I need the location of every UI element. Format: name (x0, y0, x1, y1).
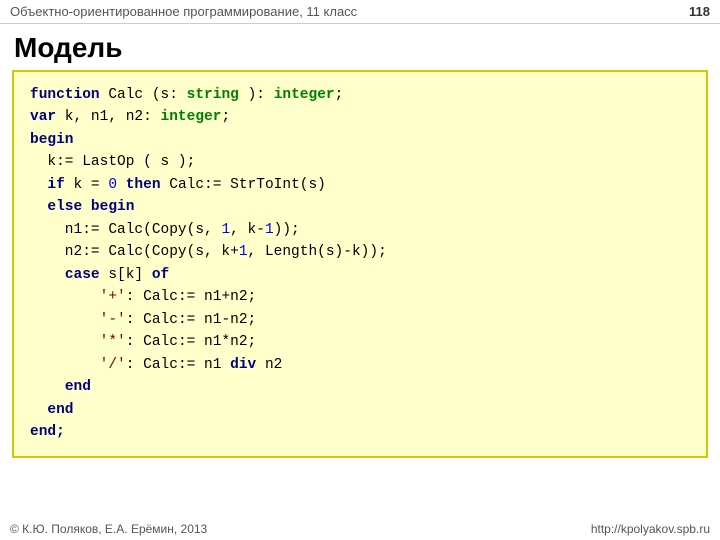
code-line-12: '*': Calc:= n1*n2; (30, 331, 690, 353)
footer: © К.Ю. Поляков, Е.А. Ерёмин, 2013 http:/… (0, 518, 720, 540)
code-line-4: k:= LastOp ( s ); (30, 151, 690, 173)
code-line-3: begin (30, 129, 690, 151)
code-line-5: if k = 0 then Calc:= StrToInt(s) (30, 174, 690, 196)
code-line-14: end (30, 376, 690, 398)
code-line-15: end (30, 399, 690, 421)
footer-right: http://kpolyakov.spb.ru (591, 522, 710, 536)
code-line-10: '+': Calc:= n1+n2; (30, 286, 690, 308)
code-block: function Calc (s: string ): integer; var… (12, 70, 708, 458)
footer-left: © К.Ю. Поляков, Е.А. Ерёмин, 2013 (10, 522, 207, 536)
header: Объектно-ориентированное программировани… (0, 0, 720, 24)
page-title: Модель (0, 24, 720, 70)
header-page: 118 (689, 4, 710, 19)
code-line-13: '/': Calc:= n1 div n2 (30, 354, 690, 376)
code-line-7: n1:= Calc(Copy(s, 1, k-1)); (30, 219, 690, 241)
code-line-6: else begin (30, 196, 690, 218)
code-line-9: case s[k] of (30, 264, 690, 286)
code-line-8: n2:= Calc(Copy(s, k+1, Length(s)-k)); (30, 241, 690, 263)
code-line-16: end; (30, 421, 690, 443)
code-line-1: function Calc (s: string ): integer; (30, 84, 690, 106)
header-title: Объектно-ориентированное программировани… (10, 4, 357, 19)
code-line-2: var k, n1, n2: integer; (30, 106, 690, 128)
code-line-11: '-': Calc:= n1-n2; (30, 309, 690, 331)
